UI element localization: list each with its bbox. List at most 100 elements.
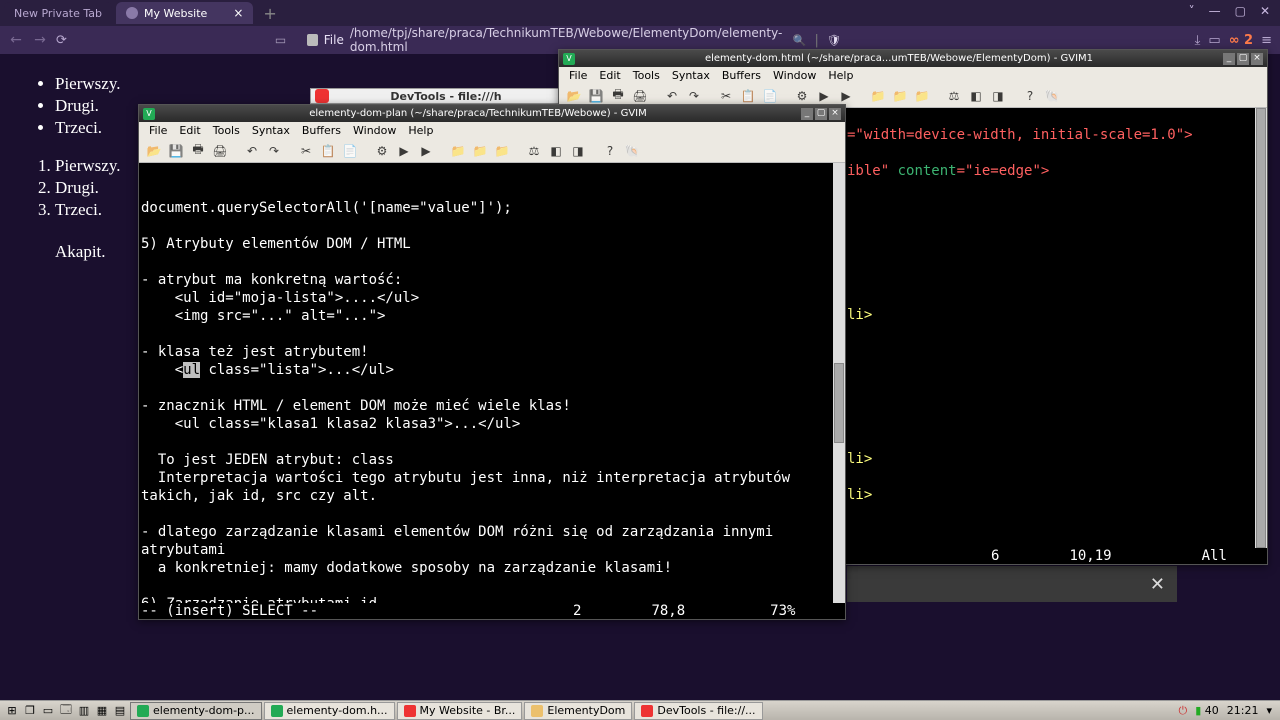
toolbar-button[interactable]: 🐚 bbox=[623, 142, 641, 160]
toolbar-button[interactable]: ▶ bbox=[815, 87, 833, 105]
toolbar-button[interactable]: ▶ bbox=[395, 142, 413, 160]
menu-tools[interactable]: Tools bbox=[627, 69, 666, 82]
close-icon[interactable]: × bbox=[829, 108, 841, 120]
minimize-icon[interactable]: _ bbox=[801, 108, 813, 120]
launcher-icon[interactable]: ▭ bbox=[40, 703, 56, 719]
toolbar-button[interactable]: 📂 bbox=[565, 87, 583, 105]
toolbar-button[interactable]: 🖶 bbox=[609, 87, 627, 105]
close-icon[interactable]: ✕ bbox=[1260, 4, 1270, 18]
minimize-icon[interactable]: — bbox=[1209, 4, 1221, 18]
toolbar-button[interactable]: ↶ bbox=[663, 87, 681, 105]
reader-icon[interactable]: ▭ bbox=[275, 33, 286, 47]
gvim-window-elementy-dom-plan[interactable]: V elementy-dom-plan (~/share/praca/Techn… bbox=[138, 104, 846, 620]
menu-buffers[interactable]: Buffers bbox=[716, 69, 767, 82]
toolbar-button[interactable]: 📁 bbox=[471, 142, 489, 160]
editor-area[interactable]: document.querySelectorAll('[name="value"… bbox=[139, 163, 845, 603]
toolbar-button[interactable]: ? bbox=[601, 142, 619, 160]
brave-shield-icon[interactable]: 🛡 bbox=[827, 34, 841, 47]
launcher-icon[interactable]: ▦ bbox=[94, 703, 110, 719]
maximize-icon[interactable]: ▢ bbox=[815, 108, 827, 120]
launcher-icon[interactable]: ⊞ bbox=[4, 703, 20, 719]
toolbar-button[interactable]: ✂ bbox=[297, 142, 315, 160]
tab-my-website[interactable]: My Website × bbox=[116, 2, 253, 24]
menu-window[interactable]: Window bbox=[347, 124, 402, 137]
new-tab-button[interactable]: + bbox=[257, 4, 282, 23]
toolbar-button[interactable]: 📄 bbox=[761, 87, 779, 105]
devtools-titlebar[interactable]: DevTools - file:///h bbox=[310, 88, 560, 104]
toolbar-button[interactable]: 🖨 bbox=[631, 87, 649, 105]
tab-new-private[interactable]: New Private Tab bbox=[4, 2, 112, 24]
menu-icon[interactable]: ≡ bbox=[1261, 33, 1272, 48]
taskbar-item[interactable]: elementy-dom-p... bbox=[130, 702, 262, 720]
launcher-icon[interactable]: ▥ bbox=[76, 703, 92, 719]
menu-buffers[interactable]: Buffers bbox=[296, 124, 347, 137]
toolbar-button[interactable]: ◨ bbox=[569, 142, 587, 160]
toolbar-button[interactable]: 🖶 bbox=[189, 142, 207, 160]
taskbar-item[interactable]: DevTools - file://... bbox=[634, 702, 762, 720]
toolbar-button[interactable]: ◧ bbox=[547, 142, 565, 160]
launcher-icon[interactable]: 🗔 bbox=[58, 703, 74, 719]
clock[interactable]: 21:21 bbox=[1227, 704, 1259, 717]
scrollbar-thumb[interactable] bbox=[1256, 108, 1266, 548]
scrollbar[interactable] bbox=[1255, 108, 1267, 548]
minimize-icon[interactable]: _ bbox=[1223, 53, 1235, 65]
forward-button[interactable]: → bbox=[32, 32, 48, 48]
toolbar-button[interactable]: ⚖ bbox=[945, 87, 963, 105]
toolbar-button[interactable]: ▶ bbox=[417, 142, 435, 160]
tray-icon[interactable]: ⏻ bbox=[1179, 704, 1188, 718]
toolbar-button[interactable]: 📁 bbox=[493, 142, 511, 160]
toolbar-button[interactable]: ↶ bbox=[243, 142, 261, 160]
close-icon[interactable]: × bbox=[1251, 53, 1263, 65]
sidebar-icon[interactable]: ▭ bbox=[1208, 33, 1220, 48]
taskbar-item[interactable]: My Website - Br... bbox=[397, 702, 523, 720]
menu-file[interactable]: File bbox=[143, 124, 173, 137]
launcher-icon[interactable]: ❐ bbox=[22, 703, 38, 719]
reload-button[interactable]: ⟳ bbox=[56, 33, 67, 48]
toolbar-button[interactable]: 🖨 bbox=[211, 142, 229, 160]
toolbar-button[interactable]: 📂 bbox=[145, 142, 163, 160]
battery-icon[interactable]: ▮ 40 bbox=[1195, 704, 1219, 717]
close-icon[interactable]: ✕ bbox=[1150, 574, 1165, 595]
wallet-badge[interactable]: ∞ 2 bbox=[1229, 33, 1253, 48]
menu-tools[interactable]: Tools bbox=[207, 124, 246, 137]
menu-edit[interactable]: Edit bbox=[593, 69, 626, 82]
taskbar-item[interactable]: elementy-dom.h... bbox=[264, 702, 395, 720]
toolbar-button[interactable]: 💾 bbox=[587, 87, 605, 105]
menu-syntax[interactable]: Syntax bbox=[666, 69, 716, 82]
toolbar-button[interactable]: 📄 bbox=[341, 142, 359, 160]
scrollbar[interactable] bbox=[833, 163, 845, 603]
menu-syntax[interactable]: Syntax bbox=[246, 124, 296, 137]
toolbar-button[interactable]: 📋 bbox=[319, 142, 337, 160]
toolbar-button[interactable]: ◨ bbox=[989, 87, 1007, 105]
toolbar-button[interactable]: 💾 bbox=[167, 142, 185, 160]
toolbar-button[interactable]: ⚙ bbox=[373, 142, 391, 160]
menu-file[interactable]: File bbox=[563, 69, 593, 82]
toolbar-button[interactable]: 📁 bbox=[869, 87, 887, 105]
back-button[interactable]: ← bbox=[8, 32, 24, 48]
download-icon[interactable]: ⤓ bbox=[1195, 33, 1201, 48]
chevron-down-icon[interactable]: ˅ bbox=[1189, 4, 1195, 18]
toolbar-button[interactable]: 📋 bbox=[739, 87, 757, 105]
toolbar-button[interactable]: ◧ bbox=[967, 87, 985, 105]
toolbar-button[interactable]: ⚙ bbox=[793, 87, 811, 105]
maximize-icon[interactable]: ▢ bbox=[1237, 53, 1249, 65]
gvim-titlebar[interactable]: V elementy-dom.html (~/share/praca...umT… bbox=[559, 50, 1267, 67]
launcher-icon[interactable]: ▤ bbox=[112, 703, 128, 719]
toolbar-button[interactable]: 📁 bbox=[891, 87, 909, 105]
toolbar-button[interactable]: 🐚 bbox=[1043, 87, 1061, 105]
scrollbar-thumb[interactable] bbox=[834, 363, 844, 443]
tray-icon[interactable]: ▾ bbox=[1266, 704, 1272, 717]
toolbar-button[interactable]: ▶ bbox=[837, 87, 855, 105]
menu-help[interactable]: Help bbox=[402, 124, 439, 137]
toolbar-button[interactable]: ✂ bbox=[717, 87, 735, 105]
menu-window[interactable]: Window bbox=[767, 69, 822, 82]
toolbar-button[interactable]: ? bbox=[1021, 87, 1039, 105]
toolbar-button[interactable]: ↷ bbox=[685, 87, 703, 105]
taskbar-item[interactable]: ElementyDom bbox=[524, 702, 632, 720]
toolbar-button[interactable]: 📁 bbox=[449, 142, 467, 160]
toolbar-button[interactable]: ⚖ bbox=[525, 142, 543, 160]
search-icon[interactable]: 🔍 bbox=[793, 34, 807, 47]
maximize-icon[interactable]: ▢ bbox=[1235, 4, 1246, 18]
menu-edit[interactable]: Edit bbox=[173, 124, 206, 137]
menu-help[interactable]: Help bbox=[822, 69, 859, 82]
